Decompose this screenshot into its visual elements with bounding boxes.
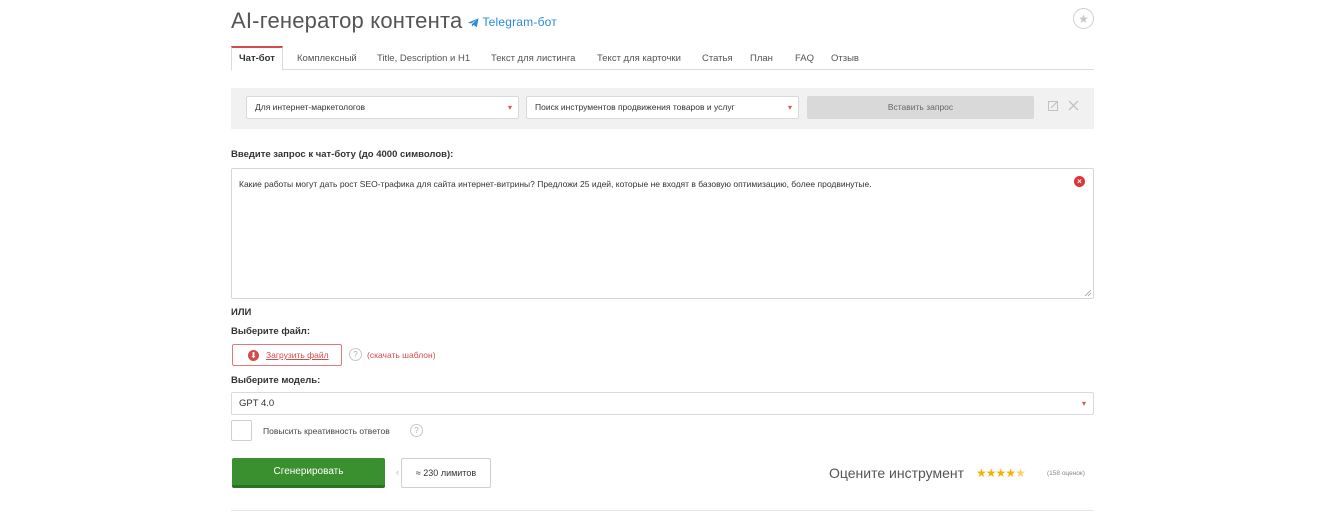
model-select-value: GPT 4.0 (239, 398, 275, 409)
resize-handle-icon[interactable] (1084, 289, 1092, 297)
creativity-help-icon[interactable]: ? (410, 424, 423, 437)
prompt-textarea[interactable]: Какие работы могут дать рост SEO-трафика… (231, 168, 1094, 299)
telegram-bot-label: Telegram-бот (482, 15, 557, 29)
rating-stars[interactable]: ★★★★★ (976, 466, 1026, 480)
star-icon[interactable]: ★ (976, 466, 987, 480)
rate-tool-label: Оцените инструмент (829, 465, 965, 481)
generate-button[interactable]: Сгенерировать (232, 458, 385, 488)
favorite-star-button[interactable]: ★ (1073, 8, 1094, 29)
chevron-left-icon: ‹ (396, 467, 399, 477)
section-divider (231, 510, 1094, 511)
star-icon[interactable]: ★ (996, 466, 1007, 480)
upload-file-button[interactable]: ⬇ Загрузить файл (232, 344, 342, 366)
download-template-link[interactable]: (скачать шаблон) (367, 350, 436, 360)
tab-title-description-h1[interactable]: Title, Description и H1 (370, 46, 477, 70)
page-title-text: AI-генератор контента (231, 8, 463, 33)
query-template-panel: Для интернет-маркетологов ▾ Поиск инстру… (231, 88, 1094, 129)
file-help-icon[interactable]: ? (349, 348, 362, 361)
clear-circle-icon[interactable]: × (1074, 176, 1085, 187)
tab-complex[interactable]: Комплексный (290, 46, 364, 70)
tab-card-text[interactable]: Текст для карточки (590, 46, 688, 70)
model-select[interactable]: GPT 4.0 ▾ (231, 392, 1094, 415)
tab-article[interactable]: Статья (695, 46, 740, 70)
query-template-select[interactable]: Поиск инструментов продвижения товаров и… (526, 96, 799, 119)
creativity-label: Повысить креативность ответов (263, 426, 390, 436)
upload-circle-icon: ⬇ (248, 350, 259, 361)
chevron-down-icon: ▾ (787, 103, 792, 112)
star-icon[interactable]: ★ (986, 466, 997, 480)
star-half-icon[interactable]: ★ (1015, 466, 1026, 480)
page-title: AI-генератор контента Telegram-бот (231, 8, 557, 34)
or-separator: или (231, 307, 252, 318)
telegram-bot-link[interactable]: Telegram-бот (468, 15, 557, 29)
chevron-down-icon: ▾ (1081, 399, 1086, 408)
chevron-down-icon: ▾ (507, 103, 512, 112)
audience-select-value: Для интернет-маркетологов (255, 102, 366, 112)
file-label: Выберите файл: (231, 326, 310, 337)
audience-select[interactable]: Для интернет-маркетологов ▾ (246, 96, 519, 119)
prompt-label: Введите запрос к чат-боту (до 4000 симво… (231, 149, 454, 160)
tab-faq[interactable]: FAQ (788, 46, 821, 70)
insert-query-button[interactable]: Вставить запрос (807, 96, 1034, 119)
tool-tabs: Чат-бот Комплексный Title, Description и… (231, 46, 1094, 71)
telegram-plane-icon (468, 18, 479, 28)
edit-icon[interactable] (1048, 100, 1059, 114)
star-outline-icon: ★ (1078, 11, 1089, 26)
tab-listing-text[interactable]: Текст для листинга (484, 46, 582, 70)
creativity-checkbox[interactable] (231, 420, 252, 441)
rating-count: (158 оценок) (1047, 470, 1085, 477)
tab-review[interactable]: Отзыв (824, 46, 866, 70)
query-template-select-value: Поиск инструментов продвижения товаров и… (535, 102, 735, 112)
tab-plan[interactable]: План (743, 46, 780, 70)
model-label: Выберите модель: (231, 375, 321, 386)
limits-badge: ≈ 230 лимитов (401, 458, 491, 488)
close-icon[interactable] (1068, 100, 1079, 114)
tab-chat-bot[interactable]: Чат-бот (231, 46, 283, 71)
star-icon[interactable]: ★ (1005, 466, 1016, 480)
upload-file-label: Загрузить файл (266, 350, 329, 360)
